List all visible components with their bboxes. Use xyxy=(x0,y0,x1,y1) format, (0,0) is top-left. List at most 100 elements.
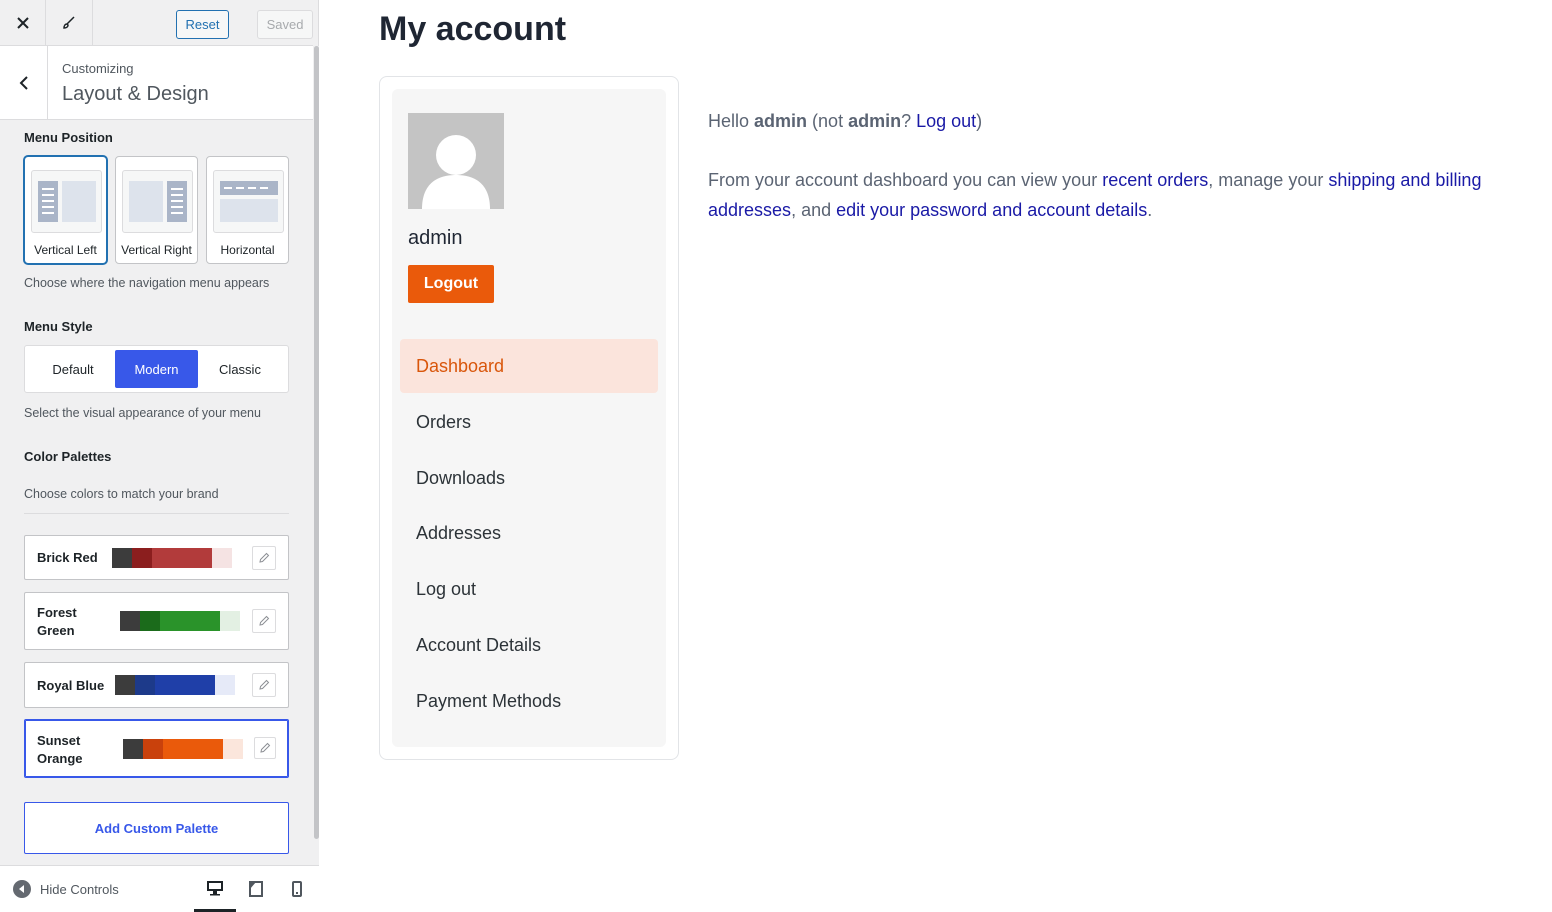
swatch xyxy=(123,739,143,759)
position-option-label: Vertical Left xyxy=(34,243,97,257)
palette-royal-blue[interactable]: Royal Blue xyxy=(24,662,289,708)
hello-username: admin xyxy=(754,111,808,131)
style-default-button[interactable]: Default xyxy=(29,350,117,388)
recent-orders-link[interactable]: recent orders xyxy=(1102,170,1208,190)
dashboard-text: , and xyxy=(791,200,837,220)
hello-username: admin xyxy=(848,111,902,131)
dashboard-text: , manage your xyxy=(1208,170,1329,190)
pencil-icon[interactable] xyxy=(252,673,276,697)
palette-name: Forest Green xyxy=(37,605,77,638)
saved-button[interactable]: Saved xyxy=(257,10,313,39)
nav-item-payment-methods[interactable]: Payment Methods xyxy=(400,674,658,728)
customizer-panel: Menu Position Vertical Left Vertical Rig… xyxy=(0,120,313,865)
brush-icon[interactable] xyxy=(46,0,93,46)
account-navigation: admin Logout Dashboard Orders Downloads … xyxy=(392,89,666,747)
dashboard-text: . xyxy=(1147,200,1153,220)
swatch xyxy=(155,675,215,695)
horizontal-thumbnail xyxy=(213,170,284,233)
palette-forest-green[interactable]: Forest Green xyxy=(24,592,289,650)
nav-item-addresses[interactable]: Addresses xyxy=(400,506,658,560)
position-option-label: Vertical Right xyxy=(121,243,192,257)
hello-text: Hello xyxy=(708,111,755,131)
add-custom-palette-button[interactable]: Add Custom Palette xyxy=(24,802,289,854)
nav-item-account-details[interactable]: Account Details xyxy=(400,618,658,672)
site-preview: My account admin Logout Dashboard Orders… xyxy=(319,0,1552,911)
swatch xyxy=(140,611,160,631)
palette-name: Sunset Orange xyxy=(37,733,83,766)
vertical-right-thumbnail xyxy=(122,170,193,233)
section-header: Customizing Layout & Design xyxy=(0,46,313,120)
style-classic-button[interactable]: Classic xyxy=(198,350,282,388)
palette-swatches xyxy=(115,675,235,695)
position-option-vertical-left[interactable]: Vertical Left xyxy=(24,156,107,264)
swatch xyxy=(120,611,140,631)
customizer-topbar: Reset Saved xyxy=(0,0,313,46)
mobile-icon[interactable] xyxy=(276,866,318,912)
logout-link[interactable]: Log out xyxy=(916,111,976,131)
tablet-icon[interactable] xyxy=(235,866,277,912)
hello-text: ? xyxy=(901,111,917,131)
reset-button[interactable]: Reset xyxy=(176,10,229,39)
menu-style-description: Select the visual appearance of your men… xyxy=(24,406,261,420)
close-icon[interactable] xyxy=(0,0,46,46)
desktop-icon[interactable] xyxy=(194,866,236,912)
swatch xyxy=(223,739,243,759)
account-navigation-card: admin Logout Dashboard Orders Downloads … xyxy=(379,76,679,760)
section-subtitle: Customizing xyxy=(62,61,134,76)
palette-swatches xyxy=(123,739,243,759)
pencil-icon[interactable] xyxy=(252,546,276,570)
menu-style-heading: Menu Style xyxy=(24,319,93,334)
hello-text: (not xyxy=(807,111,849,131)
swatch xyxy=(132,548,152,568)
menu-style-segmented-control: Default Modern Classic xyxy=(24,345,289,393)
nav-item-orders[interactable]: Orders xyxy=(400,395,658,449)
swatch xyxy=(163,739,223,759)
page-title: My account xyxy=(379,10,567,48)
hide-controls-button[interactable]: Hide Controls xyxy=(13,880,119,898)
nav-item-dashboard[interactable]: Dashboard xyxy=(400,339,658,393)
position-option-label: Horizontal xyxy=(220,243,275,257)
hello-text: ) xyxy=(976,111,983,131)
swatch xyxy=(220,611,240,631)
swatch xyxy=(160,611,220,631)
pencil-icon[interactable] xyxy=(254,737,276,759)
palette-brick-red[interactable]: Brick Red xyxy=(24,535,289,580)
swatch xyxy=(152,548,212,568)
nav-item-log-out[interactable]: Log out xyxy=(400,562,658,616)
back-icon[interactable] xyxy=(0,46,48,119)
palette-swatches xyxy=(112,548,232,568)
menu-position-description: Choose where the navigation menu appears xyxy=(24,276,270,290)
account-username: admin xyxy=(408,227,463,249)
logout-button[interactable]: Logout xyxy=(408,265,494,303)
dashboard-text: From your account dashboard you can view… xyxy=(708,170,1103,190)
collapse-icon xyxy=(13,880,31,898)
menu-position-heading: Menu Position xyxy=(24,130,113,145)
swatch xyxy=(143,739,163,759)
color-palettes-description: Choose colors to match your brand xyxy=(24,487,219,501)
hello-paragraph: Hello admin (not admin? Log out) xyxy=(708,106,1548,136)
customizer-sidebar: Reset Saved Customizing Layout & Design … xyxy=(0,0,319,912)
dashboard-content: Hello admin (not admin? Log out) From yo… xyxy=(708,106,1548,254)
nav-item-downloads[interactable]: Downloads xyxy=(400,451,658,505)
swatch xyxy=(135,675,155,695)
account-details-link[interactable]: edit your password and account details xyxy=(836,200,1147,220)
section-title: Layout & Design xyxy=(62,83,209,105)
swatch xyxy=(212,548,232,568)
palette-name: Royal Blue xyxy=(37,678,105,693)
swatch xyxy=(112,548,132,568)
vertical-left-thumbnail xyxy=(31,170,102,233)
palette-name: Brick Red xyxy=(37,550,98,565)
pencil-icon[interactable] xyxy=(252,609,276,633)
swatch xyxy=(115,675,135,695)
position-option-horizontal[interactable]: Horizontal xyxy=(206,156,289,264)
swatch xyxy=(215,675,235,695)
style-modern-button[interactable]: Modern xyxy=(115,350,198,388)
avatar xyxy=(408,113,504,209)
palette-sunset-orange[interactable]: Sunset Orange xyxy=(24,719,289,778)
color-palettes-heading: Color Palettes xyxy=(24,449,112,464)
hide-controls-label: Hide Controls xyxy=(40,881,119,897)
dashboard-paragraph: From your account dashboard you can view… xyxy=(708,165,1548,225)
divider xyxy=(24,513,289,514)
customizer-footer: Hide Controls xyxy=(0,865,319,912)
position-option-vertical-right[interactable]: Vertical Right xyxy=(115,156,198,264)
